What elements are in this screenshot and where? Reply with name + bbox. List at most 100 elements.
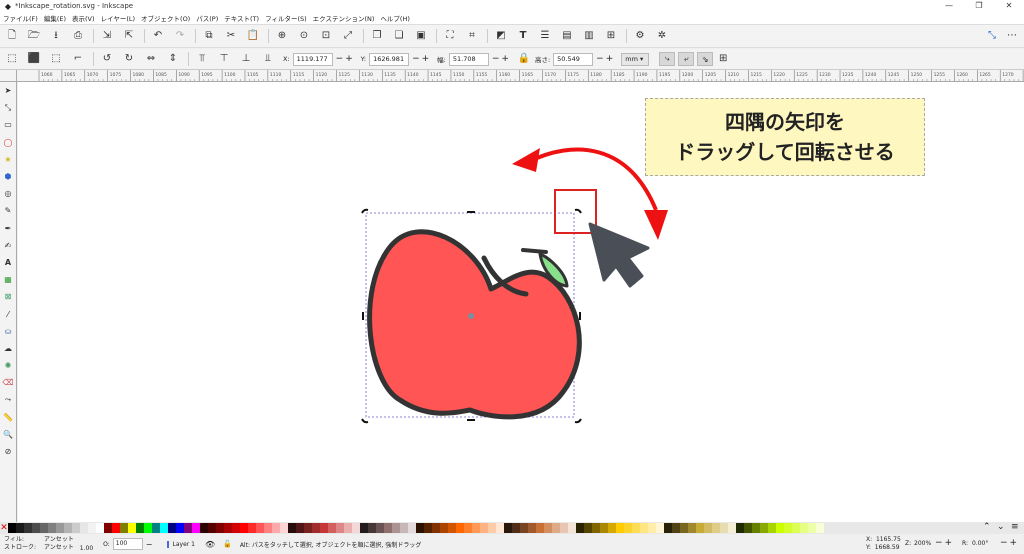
palette-swatch[interactable] <box>144 523 152 533</box>
eraser-tool-icon[interactable]: ⌫ <box>0 374 16 391</box>
palette-swatch[interactable] <box>640 523 648 533</box>
export-icon[interactable]: ⇱ <box>122 29 136 43</box>
palette-swatch[interactable] <box>536 523 544 533</box>
palette-swatch[interactable] <box>632 523 640 533</box>
palette-swatch[interactable] <box>136 523 144 533</box>
horizontal-ruler[interactable]: 1060 1065 1070 1075 1080 1085 1090 1095 1100 1105… <box>17 70 1024 82</box>
palette-swatch[interactable] <box>512 523 520 533</box>
palette-swatch[interactable] <box>368 523 376 533</box>
rotate-handle-se-icon[interactable] <box>574 418 582 424</box>
connector-tool-icon[interactable]: ⤳ <box>0 391 16 408</box>
print-icon[interactable]: ⎙ <box>71 29 85 43</box>
ellipse-tool-icon[interactable]: ◯ <box>0 134 16 151</box>
palette-swatch[interactable] <box>232 523 240 533</box>
palette-swatch[interactable] <box>312 523 320 533</box>
palette-swatch[interactable] <box>672 523 680 533</box>
move-gradients-icon[interactable]: ⇘ <box>697 52 714 66</box>
palette-swatch[interactable] <box>64 523 72 533</box>
palette-swatch[interactable] <box>296 523 304 533</box>
palette-swatch[interactable] <box>680 523 688 533</box>
lock-icon[interactable]: 🔒 <box>517 52 531 66</box>
menu-text[interactable]: テキスト(T) <box>224 13 259 23</box>
palette-swatch[interactable] <box>800 523 808 533</box>
menu-file[interactable]: ファイル(F) <box>3 13 38 23</box>
text-tool-icon[interactable]: A <box>0 254 16 271</box>
palette-swatch[interactable] <box>784 523 792 533</box>
palette-swatch[interactable] <box>88 523 96 533</box>
palette-swatch[interactable] <box>688 523 696 533</box>
palette-swatch[interactable] <box>272 523 280 533</box>
menu-path[interactable]: パス(P) <box>196 13 218 23</box>
palette-swatch[interactable] <box>616 523 624 533</box>
rotate-stepper[interactable]: −+ <box>1000 538 1019 548</box>
palette-swatch[interactable] <box>16 523 24 533</box>
lower-bottom-icon[interactable]: ⫫ <box>261 52 275 66</box>
palette-swatch[interactable] <box>384 523 392 533</box>
palette-swatch[interactable] <box>264 523 272 533</box>
ungroup-icon[interactable]: ⌗ <box>465 29 479 43</box>
palette-swatch[interactable] <box>160 523 168 533</box>
spray-tool-icon[interactable]: ✺ <box>0 357 16 374</box>
spiral-tool-icon[interactable]: ◎ <box>0 185 16 202</box>
palette-swatch[interactable] <box>456 523 464 533</box>
copy-icon[interactable]: ⧉ <box>202 29 216 43</box>
palette-swatch[interactable] <box>352 523 360 533</box>
minimize-button[interactable]: — <box>934 0 964 12</box>
close-button[interactable]: ✕ <box>994 0 1024 12</box>
palette-swatch[interactable] <box>56 523 64 533</box>
palette-swatch[interactable] <box>704 523 712 533</box>
palette-swatch[interactable] <box>528 523 536 533</box>
align-icon[interactable]: ▥ <box>582 29 596 43</box>
menu-extensions[interactable]: エクステンション(N) <box>313 13 375 23</box>
layers-icon[interactable]: ☰ <box>538 29 552 43</box>
palette-swatch[interactable] <box>40 523 48 533</box>
palette-swatch[interactable] <box>184 523 192 533</box>
palette-swatch[interactable] <box>128 523 136 533</box>
rotate-cw-icon[interactable]: ↻ <box>122 52 136 66</box>
palette-swatch[interactable] <box>568 523 576 533</box>
palette-swatch[interactable] <box>448 523 456 533</box>
palette-swatch[interactable] <box>248 523 256 533</box>
flip-vertical-icon[interactable]: ⇕ <box>166 52 180 66</box>
palette-swatch[interactable] <box>744 523 752 533</box>
zoom-width-icon[interactable]: ⤢ <box>341 29 355 43</box>
palette-swatch[interactable] <box>224 523 232 533</box>
flip-horizontal-icon[interactable]: ⇔ <box>144 52 158 66</box>
palette-swatch[interactable] <box>720 523 728 533</box>
palette-swatch[interactable] <box>592 523 600 533</box>
palette-swatch[interactable] <box>752 523 760 533</box>
select-all-layers-icon[interactable]: ⬛ <box>27 52 41 66</box>
new-document-icon[interactable]: 🗋 <box>5 29 19 43</box>
palette-swatch[interactable] <box>656 523 664 533</box>
palette-swatch[interactable] <box>96 523 104 533</box>
palette-swatch[interactable] <box>760 523 768 533</box>
width-stepper[interactable]: −+ <box>492 54 511 64</box>
undo-icon[interactable]: ↶ <box>151 29 165 43</box>
calligraphy-tool-icon[interactable]: ✍ <box>0 237 16 254</box>
save-icon[interactable]: ⭳ <box>49 29 63 43</box>
paste-icon[interactable]: 📋 <box>246 29 260 43</box>
unit-select[interactable]: mm ▾ <box>621 52 650 66</box>
pen-tool-icon[interactable]: ✒ <box>0 220 16 237</box>
palette-swatch[interactable] <box>440 523 448 533</box>
menu-filters[interactable]: フィルター(S) <box>265 13 307 23</box>
clone-icon[interactable]: ❏ <box>392 29 406 43</box>
drawing-canvas[interactable]: 四隅の矢印を ドラッグして回転させる <box>18 82 1024 522</box>
zoom-value[interactable]: 200% <box>914 540 931 547</box>
palette-swatch[interactable] <box>584 523 592 533</box>
opacity-stepper[interactable]: − <box>146 540 153 549</box>
raise-top-icon[interactable]: ⫪ <box>195 52 209 66</box>
palette-swatch[interactable] <box>648 523 656 533</box>
palette-swatch[interactable] <box>808 523 816 533</box>
palette-swatch[interactable] <box>176 523 184 533</box>
select-all-icon[interactable]: ⬚ <box>5 52 19 66</box>
palette-scroll-up-icon[interactable]: ⌃ <box>983 522 991 532</box>
selector-tool-icon[interactable]: ➤ <box>0 82 16 99</box>
palette-swatch[interactable] <box>344 523 352 533</box>
palette-swatch[interactable] <box>464 523 472 533</box>
menu-object[interactable]: オブジェクト(O) <box>141 13 190 23</box>
zoom-selection-icon[interactable]: ⊕ <box>275 29 289 43</box>
palette-menu-icon[interactable]: ≡ <box>1011 522 1019 532</box>
palette-swatch[interactable] <box>816 523 824 533</box>
palette-swatch[interactable] <box>208 523 216 533</box>
